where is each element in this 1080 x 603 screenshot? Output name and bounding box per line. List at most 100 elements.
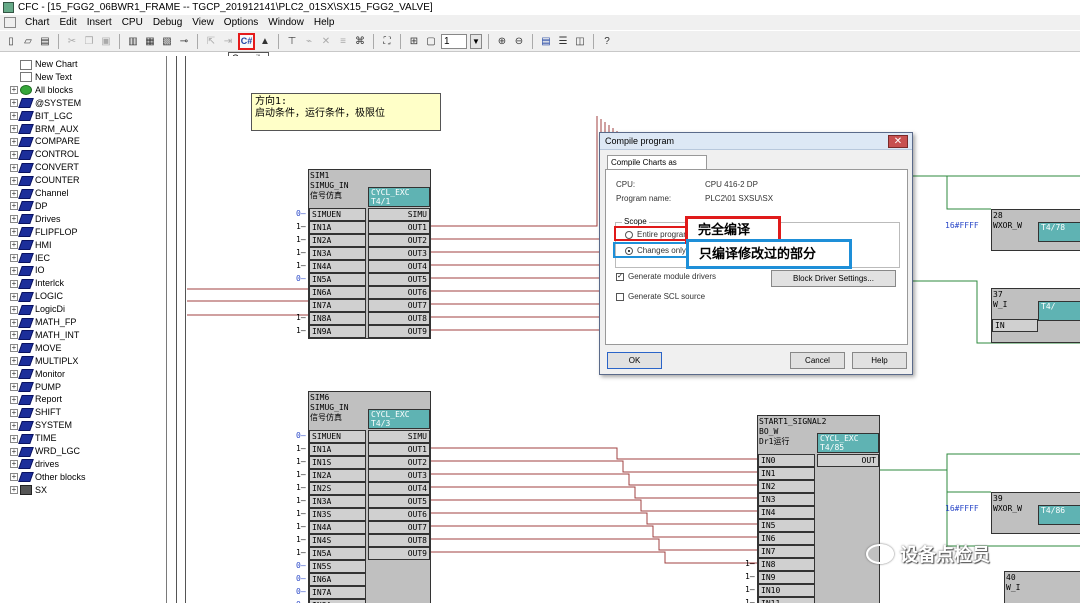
input-pin[interactable]: IN3S xyxy=(309,508,367,521)
tree-item[interactable]: + CONTROL xyxy=(0,148,79,161)
sheet-view-icon[interactable]: ⊞ xyxy=(407,34,421,48)
tree-item[interactable]: New Text xyxy=(0,71,72,84)
input-pin[interactable]: IN9 xyxy=(758,571,816,584)
signal-wire[interactable] xyxy=(431,486,757,499)
chart-ref-icon[interactable]: ▧ xyxy=(160,34,174,48)
expand-icon[interactable]: + xyxy=(10,241,18,250)
expand-icon[interactable]: + xyxy=(10,305,18,314)
input-pin[interactable]: IN11 xyxy=(758,597,816,603)
context-help-icon[interactable]: ? xyxy=(600,34,614,48)
window-cascade-icon[interactable]: ▤ xyxy=(539,34,553,48)
function-block[interactable]: SIM1 SIMUG_IN 信号仿真 CYCL_EXC T4/1 SIMUEN IN1A IN… xyxy=(308,169,431,339)
input-pin[interactable]: IN3A xyxy=(309,495,367,508)
cancel-button[interactable]: Cancel xyxy=(790,352,845,369)
expand-icon[interactable]: + xyxy=(10,163,18,172)
expand-icon[interactable]: + xyxy=(10,408,18,417)
window-tile-v-icon[interactable]: ◫ xyxy=(573,34,587,48)
tree-item[interactable]: + LOGIC xyxy=(0,290,63,303)
menu-debug[interactable]: Debug xyxy=(148,15,187,30)
watch-off-icon[interactable]: ✕ xyxy=(319,34,333,48)
fit-icon[interactable]: ⛶ xyxy=(380,34,394,48)
output-pin[interactable]: OUT7 xyxy=(368,521,430,534)
input-pin[interactable]: IN7A xyxy=(309,299,367,312)
menu-window[interactable]: Window xyxy=(263,15,309,30)
bus-wire[interactable] xyxy=(880,453,1080,471)
output-pin[interactable]: OUT6 xyxy=(368,508,430,521)
output-pin[interactable]: OUT1 xyxy=(368,443,430,456)
tree-item[interactable]: + LogicDi xyxy=(0,303,65,316)
signal-wire[interactable] xyxy=(431,137,626,318)
input-pin[interactable]: IN5S xyxy=(309,560,367,573)
input-pin[interactable]: IN0 xyxy=(758,454,816,467)
signal-wire[interactable] xyxy=(431,131,618,292)
test-mode-icon[interactable]: ⊤ xyxy=(285,34,299,48)
tab-compile-charts[interactable]: Compile Charts as Program xyxy=(607,155,707,181)
tree-item[interactable]: + Other blocks xyxy=(0,471,86,484)
menu-options[interactable]: Options xyxy=(219,15,263,30)
output-pin[interactable]: OUT9 xyxy=(368,547,430,560)
expand-icon[interactable]: + xyxy=(10,189,18,198)
download-icon[interactable]: ▲ xyxy=(258,34,272,48)
copy-icon[interactable]: ❐ xyxy=(82,34,96,48)
expand-icon[interactable]: + xyxy=(10,318,18,327)
output-pin[interactable]: OUT1 xyxy=(368,221,430,234)
menu-cpu[interactable]: CPU xyxy=(117,15,148,30)
output-pin[interactable]: OUT4 xyxy=(368,260,430,273)
expand-icon[interactable]: + xyxy=(10,486,18,495)
tree-item[interactable]: + COMPARE xyxy=(0,135,80,148)
output-pin[interactable]: OUT6 xyxy=(368,286,430,299)
function-block[interactable]: SIM6 SIMUG_IN 信号仿真 CYCL_EXC T4/3 SIMUEN IN1A IN… xyxy=(308,391,431,603)
signal-wire[interactable] xyxy=(431,499,757,512)
tree-item[interactable]: + BRM_AUX xyxy=(0,123,79,136)
output-pin[interactable]: OUT5 xyxy=(368,273,430,286)
interconnect-icon[interactable]: ⊸ xyxy=(177,34,191,48)
generate-drivers-checkbox[interactable]: ✓ xyxy=(616,273,624,281)
signal-wire[interactable] xyxy=(431,122,606,253)
signal-wire[interactable] xyxy=(431,512,757,525)
tree-item[interactable]: + HMI xyxy=(0,239,52,252)
tree-item[interactable]: + SX xyxy=(0,484,47,497)
expand-icon[interactable]: + xyxy=(10,460,18,469)
expand-icon[interactable]: + xyxy=(10,383,18,391)
signal-wire[interactable] xyxy=(431,125,610,266)
paste-icon[interactable]: ▣ xyxy=(99,34,113,48)
tree-item[interactable]: + Interlck xyxy=(0,277,64,290)
input-pin[interactable]: IN7A xyxy=(309,586,367,599)
input-pin[interactable]: IN3A xyxy=(309,247,367,260)
output-pin[interactable]: OUT7 xyxy=(368,299,430,312)
input-pin[interactable]: IN1A xyxy=(309,443,367,456)
expand-icon[interactable]: + xyxy=(10,202,18,211)
expand-icon[interactable]: + xyxy=(10,357,18,366)
function-block[interactable]: START1_SIGNAL2 BO_W Dr1运行 CYCL_EXC T4/85 IN0 I… xyxy=(757,415,880,603)
chevron-down-icon[interactable]: ▼ xyxy=(470,33,482,49)
signal-wire[interactable] xyxy=(431,538,757,551)
expand-icon[interactable]: + xyxy=(10,344,18,353)
previous-icon[interactable]: ⇱ xyxy=(204,34,218,48)
menu-insert[interactable]: Insert xyxy=(82,15,117,30)
output-pin[interactable]: OUT3 xyxy=(368,247,430,260)
input-pin[interactable]: IN5 xyxy=(758,519,816,532)
signal-wire[interactable] xyxy=(431,116,598,227)
generate-scl-checkbox[interactable] xyxy=(616,293,624,301)
tree-item[interactable]: + Drives xyxy=(0,213,61,226)
tree-item[interactable]: + WRD_LGC xyxy=(0,445,80,458)
trend-icon[interactable]: ≡ xyxy=(336,34,350,48)
input-pin[interactable]: IN8A xyxy=(309,599,367,603)
tree-item[interactable]: + SHIFT xyxy=(0,406,61,419)
expand-icon[interactable]: + xyxy=(10,228,18,237)
input-pin[interactable]: IN6A xyxy=(309,573,367,586)
input-pin[interactable]: IN4S xyxy=(309,534,367,547)
output-pin[interactable]: OUT4 xyxy=(368,482,430,495)
tree-item[interactable]: + Channel xyxy=(0,187,69,200)
document-menu-icon[interactable] xyxy=(4,17,16,28)
tree-item[interactable]: + TIME xyxy=(0,432,57,445)
tree-item[interactable]: + MULTIPLX xyxy=(0,355,78,368)
tree-item[interactable]: + MATH_INT xyxy=(0,329,79,342)
overview-icon[interactable]: ⌘ xyxy=(353,34,367,48)
output-pin[interactable]: OUT8 xyxy=(368,312,430,325)
input-pin[interactable]: IN1 xyxy=(758,467,816,480)
tree-item[interactable]: + MATH_FP xyxy=(0,316,76,329)
tree-item[interactable]: + SYSTEM xyxy=(0,419,72,432)
output-pin[interactable]: OUT2 xyxy=(368,234,430,247)
zoom-out-icon[interactable]: ⊖ xyxy=(512,34,526,48)
